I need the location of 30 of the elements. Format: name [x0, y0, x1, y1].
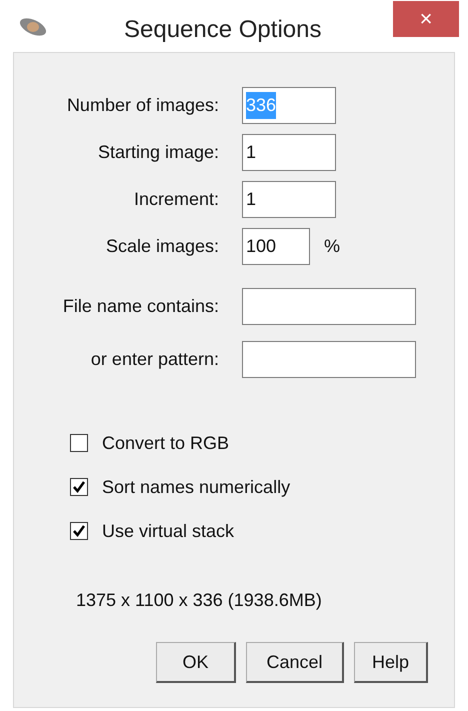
dialog-button[interactable]: Cancel	[246, 642, 344, 683]
field-value: 100	[246, 235, 276, 258]
checkbox-label: Convert to RGB	[102, 432, 230, 454]
input-field[interactable]: 1	[242, 134, 336, 171]
checkbox[interactable]	[70, 434, 88, 452]
input-field[interactable]	[242, 288, 416, 325]
check-icon	[72, 480, 86, 494]
field-label: Scale images:	[104, 235, 220, 258]
field-label: or enter pattern:	[90, 348, 220, 371]
field-value: 1	[246, 141, 256, 164]
input-field[interactable]: 100	[242, 228, 310, 265]
input-field[interactable]	[242, 341, 416, 378]
checkbox-label: Use virtual stack	[102, 520, 234, 542]
checkbox[interactable]	[70, 478, 88, 496]
dialog-button[interactable]: OK	[156, 642, 236, 683]
window-title: Sequence Options	[124, 15, 322, 45]
check-icon	[72, 524, 86, 538]
image-size-text: 1375 x 1100 x 336 (1938.6MB)	[76, 589, 323, 612]
input-field[interactable]: 1	[242, 181, 336, 218]
field-label: Number of images:	[66, 94, 220, 117]
checkbox-label: Sort names numerically	[102, 476, 290, 499]
field-label: File name contains:	[62, 295, 220, 318]
field-label: Starting image:	[96, 141, 220, 164]
checkbox[interactable]	[70, 522, 88, 540]
field-value: 1	[246, 188, 256, 211]
field-value: 336	[246, 92, 276, 119]
dialog-button[interactable]: Help	[354, 642, 428, 683]
field-label: Increment:	[132, 188, 220, 211]
close-button[interactable]: ×	[393, 1, 459, 37]
unit-label: %	[324, 235, 340, 258]
